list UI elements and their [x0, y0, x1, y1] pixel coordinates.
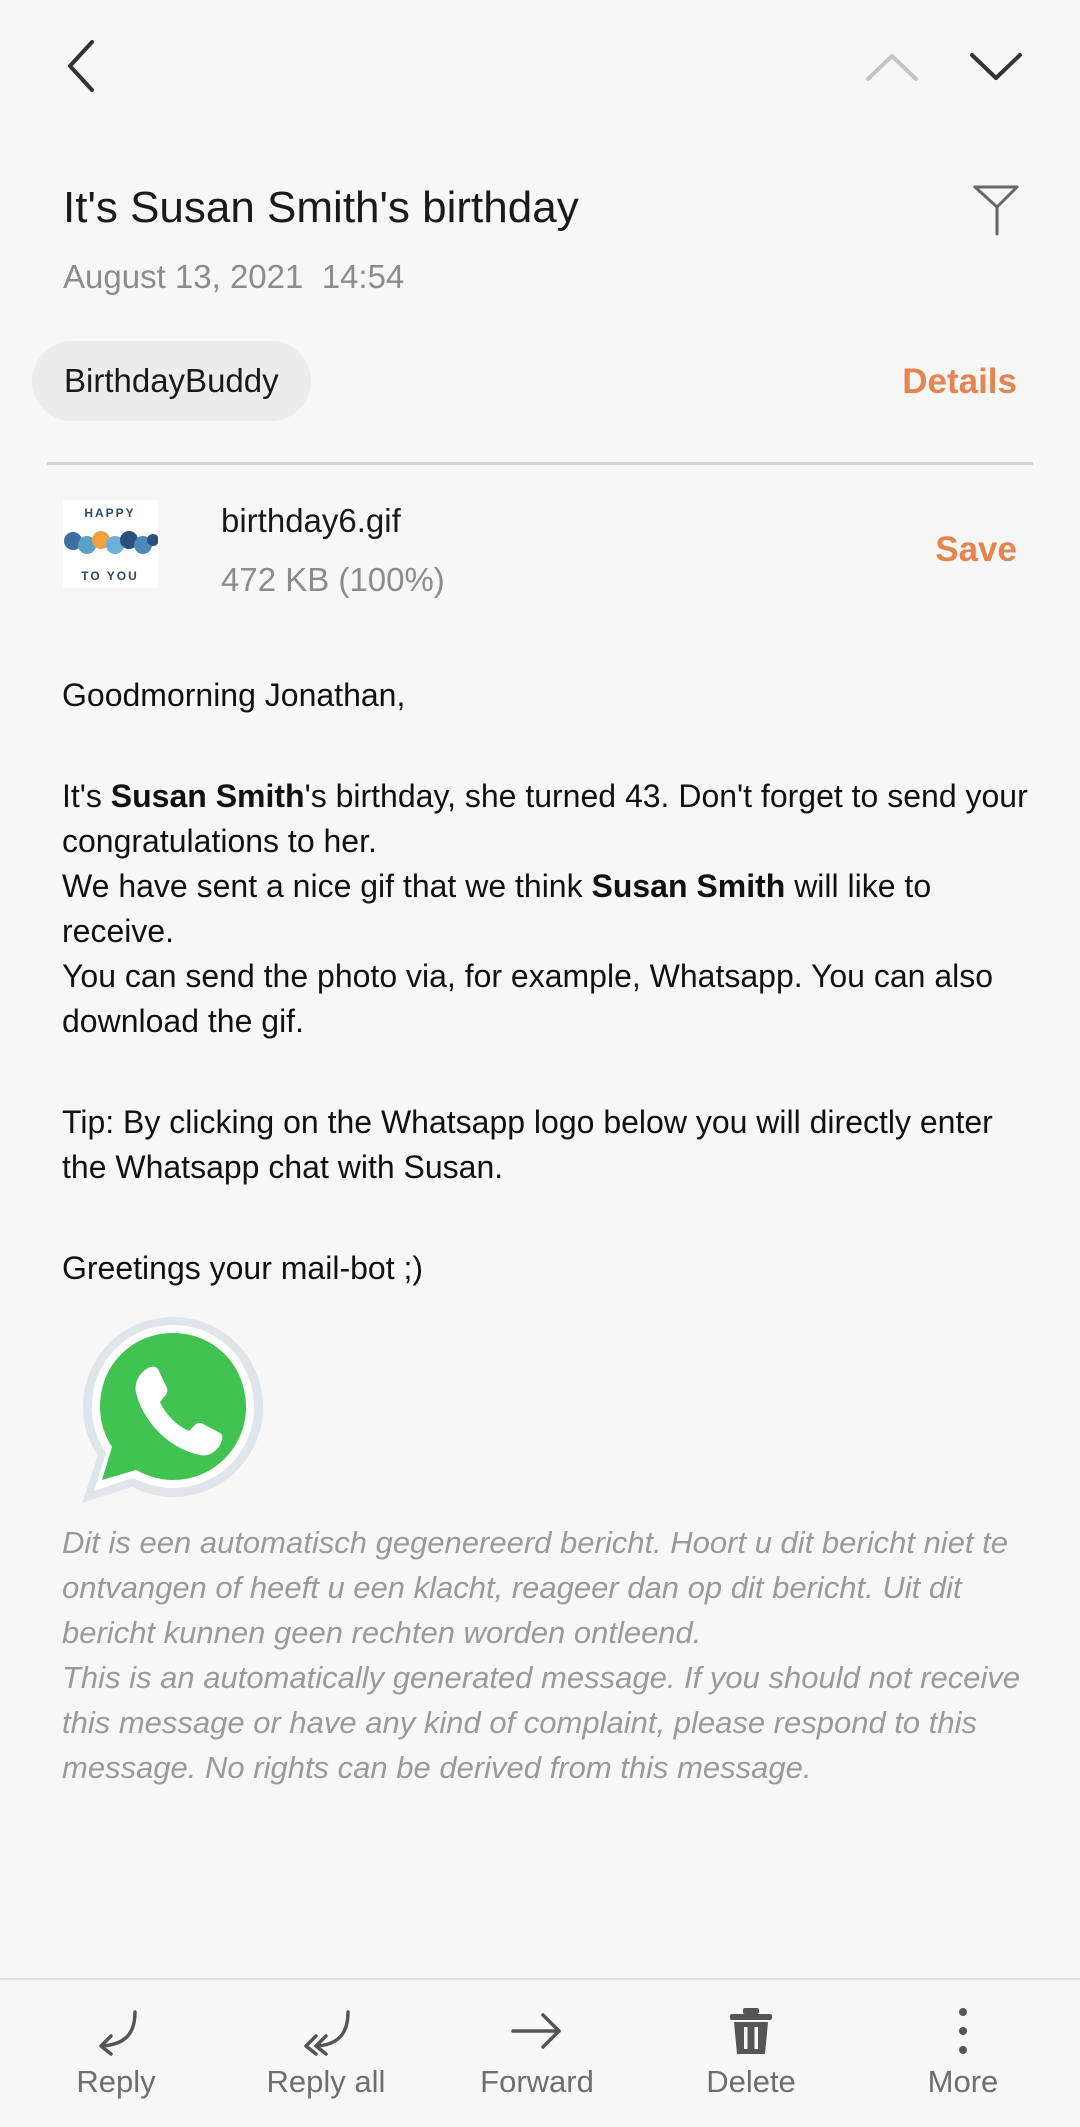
forward-button[interactable]: Forward	[432, 1980, 642, 2127]
svg-text:HAPPY: HAPPY	[84, 506, 135, 520]
disclaimer-dutch: Dit is een automatisch gegenereerd beric…	[62, 1525, 1009, 1650]
divider	[47, 462, 1033, 465]
body-paragraph-2: We have sent a nice gif that we think Su…	[62, 868, 932, 949]
attachment-size: 472 KB (100%)	[221, 561, 445, 598]
chevron-left-icon	[68, 40, 94, 92]
attachment-filename[interactable]: birthday6.gif	[221, 502, 401, 540]
whatsapp-link[interactable]	[78, 1313, 268, 1503]
whatsapp-icon	[82, 1317, 263, 1503]
previous-message-button[interactable]	[862, 42, 922, 92]
sender-name: BirthdayBuddy	[64, 362, 279, 399]
sender-chip[interactable]: BirthdayBuddy	[32, 341, 311, 421]
disclaimer-english: This is an automatically generated messa…	[62, 1660, 1021, 1785]
greeting: Goodmorning Jonathan,	[62, 677, 406, 713]
reply-all-label: Reply all	[266, 2064, 386, 2099]
trash-icon	[730, 2008, 772, 2054]
reply-label: Reply	[76, 2064, 156, 2099]
reply-button[interactable]: Reply	[11, 1980, 221, 2127]
flag-button[interactable]	[966, 180, 1026, 240]
chevron-down-icon	[970, 53, 1022, 80]
action-bar: Reply Reply all Forward Delete More	[0, 1978, 1080, 2127]
details-button[interactable]: Details	[902, 362, 1017, 402]
forward-arrow-icon	[511, 2013, 561, 2049]
attachment-thumbnail[interactable]: HAPPY TO YOU	[63, 500, 159, 588]
tip-text: Tip: By clicking on the Whatsapp logo be…	[62, 1104, 993, 1185]
svg-text:TO YOU: TO YOU	[81, 569, 139, 583]
back-button[interactable]	[52, 36, 112, 96]
signoff: Greetings your mail-bot ;)	[62, 1250, 424, 1286]
more-button[interactable]: More	[858, 1980, 1068, 2127]
delete-button[interactable]: Delete	[646, 1980, 856, 2127]
email-subject: It's Susan Smith's birthday	[63, 183, 579, 232]
body-paragraph-3: You can send the photo via, for example,…	[62, 958, 994, 1039]
reply-all-button[interactable]: Reply all	[221, 1980, 431, 2127]
email-date: August 13, 2021 14:54	[63, 258, 405, 295]
more-vertical-icon	[959, 2008, 967, 2054]
reply-all-icon	[304, 2010, 350, 2056]
save-attachment-button[interactable]: Save	[935, 530, 1017, 570]
disclaimer: Dit is een automatisch gegenereerd beric…	[62, 1520, 1037, 1790]
delete-label: Delete	[706, 2064, 796, 2099]
forward-label: Forward	[480, 2064, 594, 2099]
chevron-up-icon	[866, 54, 918, 81]
reply-icon	[99, 2010, 137, 2056]
next-message-button[interactable]	[966, 42, 1026, 92]
flag-icon	[973, 185, 1019, 236]
body-paragraph-1: It's Susan Smith's birthday, she turned …	[62, 778, 1028, 859]
email-body: Goodmorning Jonathan, It's Susan Smith's…	[62, 673, 1032, 1291]
more-label: More	[927, 2064, 999, 2099]
